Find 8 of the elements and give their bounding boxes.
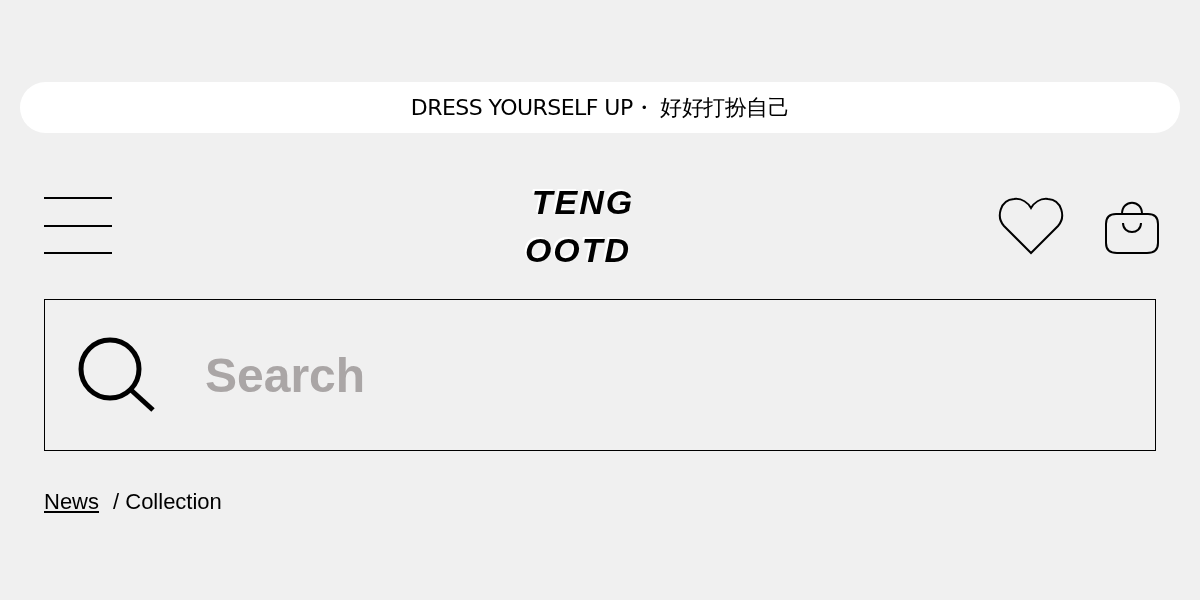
- logo-text[interactable]: OOTD: [524, 233, 632, 267]
- announcement-text: DRESS YOURSELF UP・ 好好打扮自己: [410, 94, 790, 122]
- breadcrumb-current: / Collection: [113, 488, 222, 516]
- logo-text[interactable]: TENG: [531, 185, 635, 219]
- menu-icon[interactable]: [44, 197, 112, 255]
- breadcrumb-link[interactable]: News: [44, 485, 99, 518]
- heart-icon[interactable]: [998, 197, 1064, 255]
- search-field[interactable]: Search: [44, 299, 1156, 451]
